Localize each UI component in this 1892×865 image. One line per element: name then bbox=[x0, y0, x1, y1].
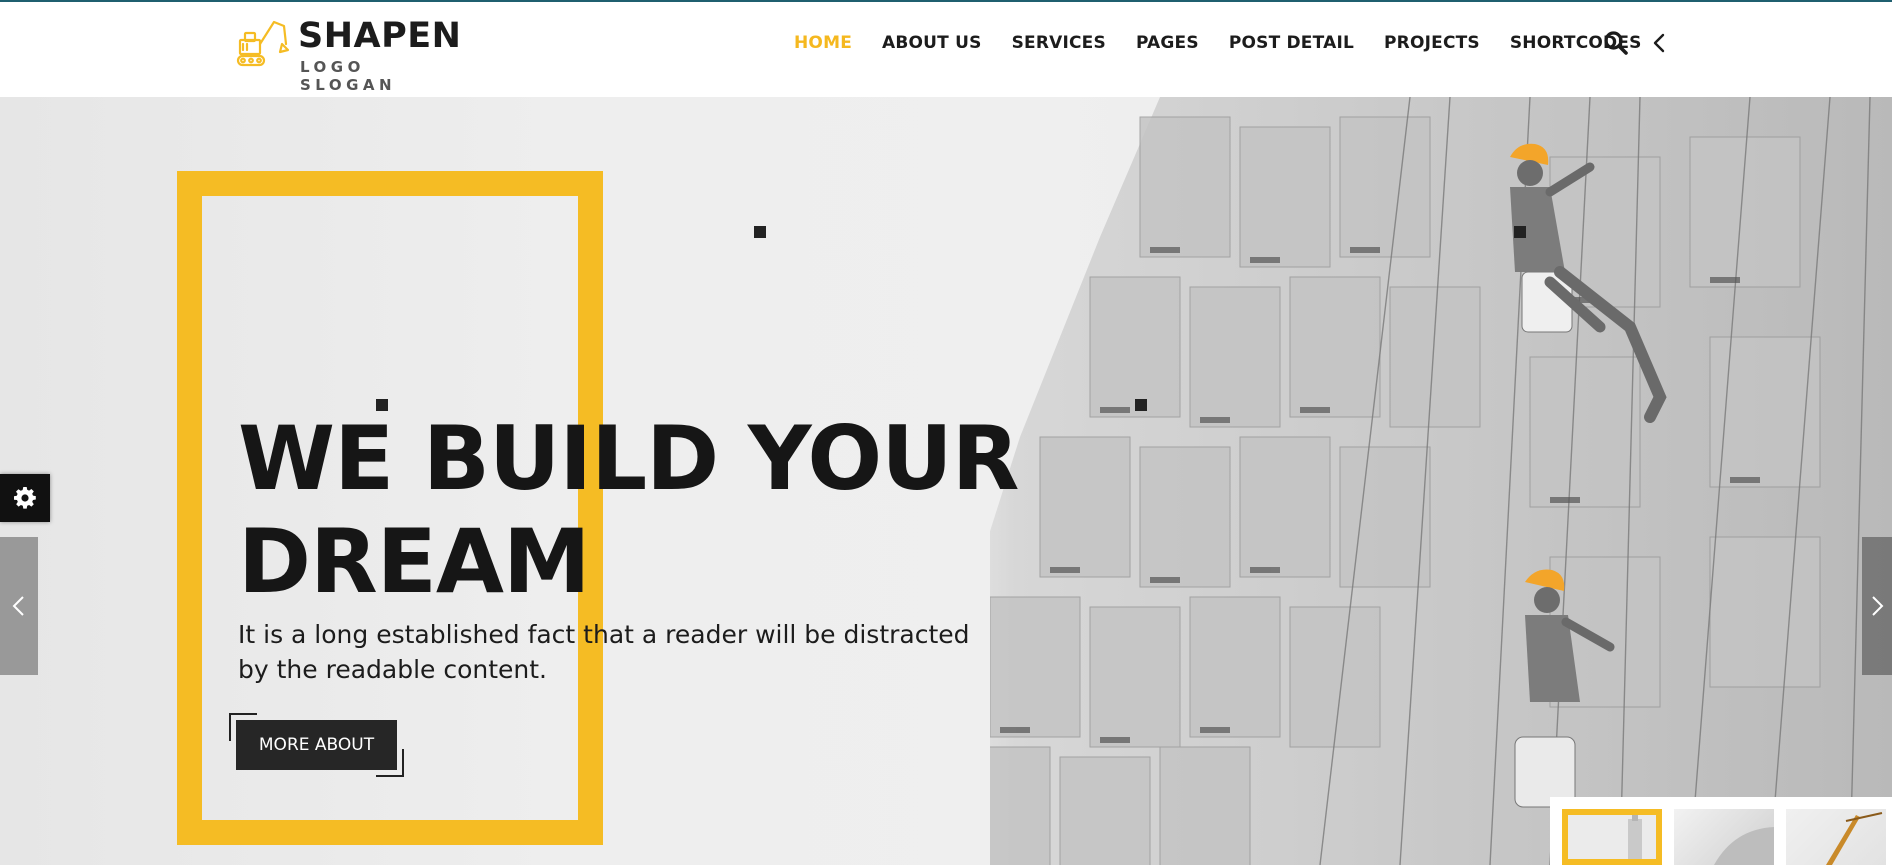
logo-title: SHAPEN bbox=[298, 16, 462, 56]
slide-thumbnail-1[interactable] bbox=[1562, 809, 1662, 865]
nav-pages[interactable]: PAGES bbox=[1136, 28, 1199, 58]
search-icon[interactable] bbox=[1603, 30, 1629, 56]
nav-home[interactable]: HOME bbox=[794, 28, 852, 58]
chevron-left-icon bbox=[12, 596, 24, 616]
hero-headline-line-2: DREAM bbox=[238, 510, 591, 613]
thumbnail-image bbox=[1568, 815, 1656, 859]
nav-projects[interactable]: PROJECTS bbox=[1384, 28, 1480, 58]
more-about-button-wrapper: MORE ABOUT bbox=[229, 713, 404, 777]
excavator-logo-icon bbox=[236, 20, 290, 67]
settings-panel-toggle[interactable] bbox=[0, 474, 50, 522]
hero-headline: WE BUILD YOUR DREAM bbox=[238, 407, 1138, 613]
logo-slogan: LOGO SLOGAN bbox=[300, 58, 397, 94]
slider-next-button[interactable] bbox=[1862, 537, 1892, 675]
slider-prev-button[interactable] bbox=[0, 537, 38, 675]
chevron-right-icon bbox=[1872, 596, 1884, 616]
slide-thumbnail-2[interactable] bbox=[1674, 809, 1774, 865]
slide-thumbnail-3[interactable] bbox=[1786, 809, 1886, 865]
nav-about-us[interactable]: ABOUT US bbox=[882, 28, 982, 58]
nav-post-detail[interactable]: POST DETAIL bbox=[1229, 28, 1354, 58]
thumbnail-image bbox=[1826, 812, 1883, 865]
more-about-button[interactable]: MORE ABOUT bbox=[236, 720, 397, 770]
hero-subtext: It is a long established fact that a rea… bbox=[238, 620, 970, 684]
gear-icon bbox=[14, 487, 36, 509]
thumbnail-image bbox=[1714, 827, 1774, 865]
decorative-square bbox=[1514, 226, 1526, 238]
decorative-square bbox=[754, 226, 766, 238]
hero-headline-line-1: WE BUILD YOUR bbox=[238, 407, 1019, 510]
chevron-left-icon[interactable] bbox=[1647, 30, 1673, 56]
slide-thumbnails bbox=[1550, 797, 1892, 865]
logo[interactable]: SHAPEN LOGO SLOGAN bbox=[236, 14, 461, 94]
hero-slider: WE BUILD YOUR DREAM It is a long establi… bbox=[0, 97, 1892, 865]
main-nav: HOME ABOUT US SERVICES PAGES POST DETAIL… bbox=[794, 28, 1642, 58]
site-header: SHAPEN LOGO SLOGAN HOME ABOUT US SERVICE… bbox=[0, 2, 1892, 97]
nav-services[interactable]: SERVICES bbox=[1012, 28, 1106, 58]
